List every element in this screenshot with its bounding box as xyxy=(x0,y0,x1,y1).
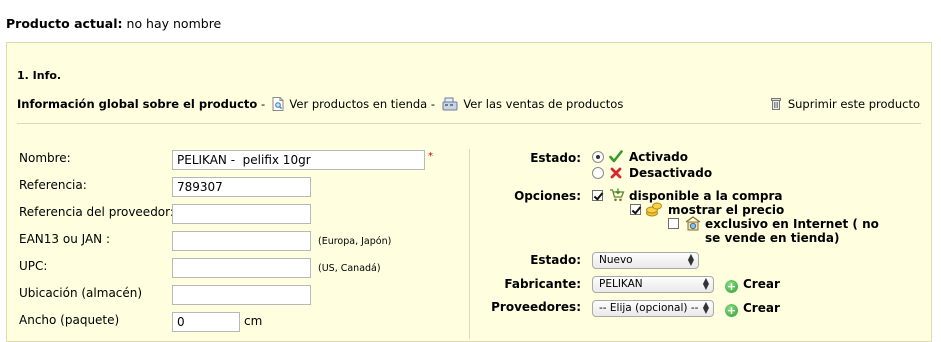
suppliers-value: -- Elija (opcional) -- xyxy=(599,302,699,314)
options-label: Opciones: xyxy=(514,189,581,203)
check-icon xyxy=(609,150,623,163)
trash-icon xyxy=(771,98,782,110)
upc-input[interactable] xyxy=(172,258,311,278)
status-activated-label: Activado xyxy=(629,150,689,164)
view-sales-label: Ver las ventas de productos xyxy=(463,97,624,111)
create-supplier-label: Crear xyxy=(743,301,780,315)
status-label: Estado: xyxy=(530,151,581,165)
name-label: Nombre: xyxy=(19,151,71,165)
status-deactivated-radio[interactable] xyxy=(592,167,604,179)
location-input[interactable] xyxy=(172,285,311,305)
separator-dash: - xyxy=(260,97,266,111)
online-only-label-line1: exclusivo en Internet ( no xyxy=(705,217,879,231)
location-label: Ubicación (almacén) xyxy=(19,286,143,300)
ean13-label: EAN13 ou JAN : xyxy=(19,232,110,246)
manufacturer-label: Fabricante: xyxy=(504,277,581,291)
reference-label: Referencia: xyxy=(19,178,87,192)
width-unit: cm xyxy=(244,314,263,328)
cash-register-icon xyxy=(442,97,458,111)
available-for-order-checkbox[interactable] xyxy=(592,190,603,201)
status-deactivated-label: Desactivado xyxy=(629,166,713,180)
upc-hint: (US, Canadá) xyxy=(318,263,381,274)
add-icon: + xyxy=(725,304,738,317)
current-product-line: Producto actual: no hay nombre xyxy=(6,16,221,31)
cross-icon xyxy=(610,167,622,179)
internet-store-icon xyxy=(685,216,701,231)
select-arrows-icon: ▲ ▼ xyxy=(687,252,694,267)
ean13-hint: (Europa, Japón) xyxy=(318,236,392,247)
delete-product-label: Suprimir este producto xyxy=(787,97,920,111)
manufacturer-value: PELIKAN xyxy=(599,278,643,290)
shopping-cart-icon xyxy=(610,188,625,202)
supplier-reference-input[interactable] xyxy=(172,204,311,224)
coins-icon xyxy=(646,202,662,217)
global-info-row: Información global sobre el producto - V… xyxy=(17,97,623,111)
document-search-icon xyxy=(272,97,284,111)
online-only-label-line2: se vende en tienda) xyxy=(705,231,840,245)
status-activated-radio[interactable] xyxy=(592,151,604,163)
create-manufacturer-button[interactable]: + Crear xyxy=(725,277,780,293)
manufacturer-select[interactable]: PELIKAN ▲ ▼ xyxy=(592,276,714,293)
view-in-store-label: Ver productos en tienda xyxy=(289,97,428,111)
separator-dash-2: - xyxy=(430,97,436,111)
create-supplier-button[interactable]: + Crear xyxy=(725,301,780,317)
required-mark: * xyxy=(428,151,433,162)
condition-label: Estado: xyxy=(530,253,581,267)
width-input[interactable] xyxy=(172,312,240,332)
reference-input[interactable] xyxy=(172,177,311,197)
create-manufacturer-label: Crear xyxy=(743,277,780,291)
width-label: Ancho (paquete) xyxy=(19,313,120,327)
show-price-checkbox[interactable] xyxy=(630,204,641,215)
ean13-input[interactable] xyxy=(172,231,311,251)
divider xyxy=(17,123,921,124)
online-only-checkbox[interactable] xyxy=(668,218,679,229)
upc-label: UPC: xyxy=(19,259,48,273)
view-sales-link[interactable]: Ver las ventas de productos xyxy=(439,97,624,111)
product-info-panel: 1. Info. Información global sobre el pro… xyxy=(6,42,932,342)
suppliers-label: Proveedores: xyxy=(491,300,581,314)
name-input[interactable] xyxy=(172,150,425,170)
suppliers-select[interactable]: -- Elija (opcional) -- ▲ ▼ xyxy=(592,300,714,317)
current-product-value: no hay nombre xyxy=(126,16,222,31)
select-arrows-icon: ▲ ▼ xyxy=(702,300,709,315)
select-arrows-icon: ▲ ▼ xyxy=(702,276,709,291)
view-in-store-link[interactable]: Ver productos en tienda xyxy=(269,97,431,111)
condition-select[interactable]: Nuevo ▲ ▼ xyxy=(592,252,699,269)
condition-value: Nuevo xyxy=(599,254,633,266)
add-icon: + xyxy=(725,280,738,293)
current-product-label: Producto actual: xyxy=(6,16,123,31)
global-info-label: Información global sobre el producto xyxy=(17,97,258,111)
delete-product-link[interactable]: Suprimir este producto xyxy=(771,97,920,111)
section-title: 1. Info. xyxy=(17,69,62,82)
supplier-reference-label: Referencia del proveedor: xyxy=(19,205,174,219)
show-price-label: mostrar el precio xyxy=(668,203,785,217)
